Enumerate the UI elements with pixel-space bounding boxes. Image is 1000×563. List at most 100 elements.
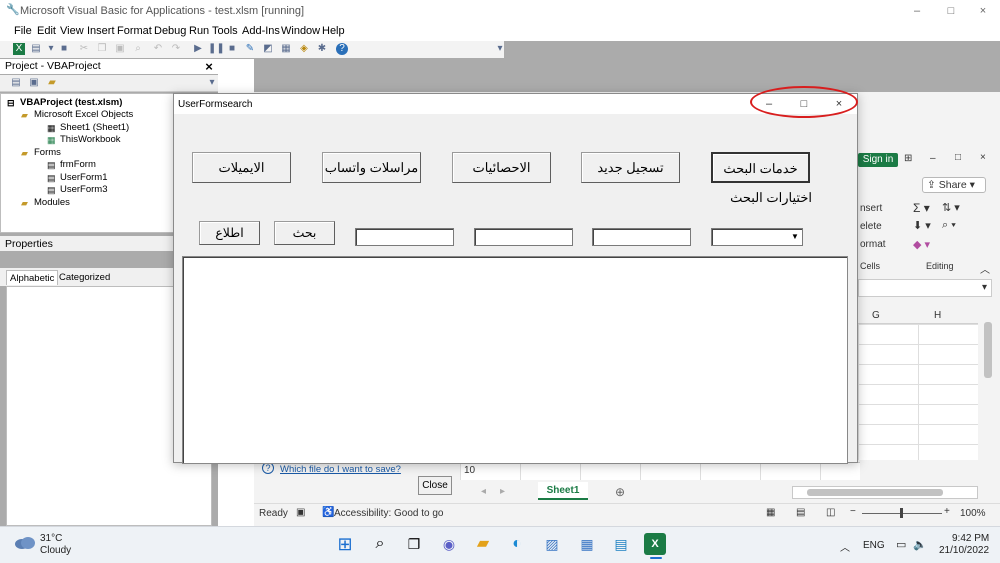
weather-temperature[interactable]: 31°C [40,533,62,544]
pane-scroll-arrow-icon[interactable]: ▾ [206,77,218,89]
toolbar-overflow-icon[interactable]: ▾ [494,43,506,55]
view-code-icon[interactable]: ▤ [10,77,22,89]
clock-date[interactable]: 21/10/2022 [939,545,989,556]
ribbon-delete-label[interactable]: elete [860,221,882,232]
view-object-icon[interactable]: ▣ [28,77,40,89]
row-number[interactable]: 10 [464,465,475,476]
zoom-level[interactable]: 100% [960,508,986,519]
autosum-icon[interactable]: Σ ▾ [913,201,930,215]
results-listbox[interactable] [182,256,848,464]
show-hidden-icons-icon[interactable]: ︿ [840,539,850,554]
dropdown-arrow-icon[interactable]: ▾ [45,43,57,55]
object-browser-icon[interactable]: ◈ [298,43,310,55]
save-icon[interactable]: ■ [58,43,70,55]
search-textbox-2[interactable] [474,228,573,246]
add-sheet-icon[interactable]: ⊕ [615,485,625,499]
fill-icon[interactable]: ⬇ ▾ [913,219,931,232]
clock-time[interactable]: 9:42 PM [952,533,989,544]
tree-item-userform3[interactable]: ▤ UserForm3 [47,184,108,195]
tree-item-vbaproject[interactable]: ⊟ VBAProject (test.xlsm) [7,97,122,108]
reset-icon[interactable]: ■ [226,43,238,55]
tree-item-excel-objects[interactable]: ▰ Microsoft Excel Objects [21,109,133,120]
column-header-g[interactable]: G [872,310,880,321]
language-indicator[interactable]: ENG [863,540,885,551]
find-select-icon[interactable]: ⌕ ▾ [942,219,956,232]
vertical-scrollbar[interactable] [981,308,994,480]
menu-add-ins[interactable]: Add-Ins [242,25,280,37]
toggle-folders-icon[interactable]: ▰ [46,77,58,89]
file-explorer-icon[interactable]: ▰ [472,533,494,555]
break-icon[interactable]: ❚❚ [208,43,225,55]
zoom-slider-thumb[interactable] [900,508,903,518]
tree-item-thisworkbook[interactable]: ▦ ThisWorkbook [47,134,121,145]
tree-item-modules[interactable]: ▰ Modules [21,197,70,208]
help-link[interactable]: Which file do I want to save? [280,464,401,475]
vertical-scroll-thumb[interactable] [984,322,992,378]
close-button[interactable]: × [968,3,998,19]
excel-sign-in-button[interactable]: Sign in [858,153,898,167]
sheet-tab-sheet1[interactable]: Sheet1 [538,482,588,500]
search-icon[interactable]: ⌕ [369,533,391,555]
formula-bar-expand-icon[interactable]: ▾ [982,282,987,293]
horizontal-scroll-thumb[interactable] [807,489,943,496]
view-button[interactable]: اطلاع [199,221,260,245]
page-break-icon[interactable]: ◫ [826,507,835,518]
insert-userform-icon[interactable]: ▤ [30,43,42,55]
copy-icon[interactable]: ❐ [96,43,108,55]
undo-icon[interactable]: ↶ [152,43,164,55]
statistics-button[interactable]: الاحصائيات [452,152,551,183]
task-view-icon[interactable]: ❐ [403,533,425,555]
weather-condition[interactable]: Cloudy [40,545,71,556]
excel-minimize-icon[interactable]: – [930,153,936,164]
excel-close-icon[interactable]: × [980,152,986,163]
excel-taskbar-icon[interactable]: X [644,533,666,555]
notepad-icon[interactable]: ▤ [610,533,632,555]
menu-format[interactable]: Format [117,25,152,37]
photos-icon[interactable]: ▨ [541,533,563,555]
search-services-button[interactable]: خدمات البحث [711,152,810,183]
menu-insert[interactable]: Insert [87,25,115,37]
find-icon[interactable]: ⌕ [132,43,144,55]
ribbon-insert-label[interactable]: nsert [860,203,882,214]
emails-button[interactable]: الايميلات [192,152,291,183]
tree-item-userform1[interactable]: ▤ UserForm1 [47,172,108,183]
start-icon[interactable]: ⊞ [334,533,356,555]
tab-alphabetic[interactable]: Alphabetic [6,270,59,285]
search-button[interactable]: بحث [274,221,335,245]
horizontal-scrollbar[interactable] [792,486,978,499]
sheet-scroll-right-icon[interactable]: ▸ [500,486,505,497]
properties-window-icon[interactable]: ▦ [280,43,292,55]
menu-view[interactable]: View [60,25,84,37]
search-textbox-3[interactable] [592,228,691,246]
search-combobox[interactable]: ▼ [711,228,803,246]
collapse-ribbon-icon[interactable]: ︿ [980,261,990,276]
zoom-out-icon[interactable]: − [850,506,856,517]
menu-run[interactable]: Run [189,25,209,37]
run-icon[interactable]: ▶ [192,43,204,55]
tree-item-frmform[interactable]: ▤ frmForm [47,159,96,170]
combobox-dropdown-icon[interactable]: ▼ [788,229,802,245]
network-icon[interactable]: ▭ [896,538,906,551]
minimize-button[interactable]: – [902,3,932,19]
project-explorer-icon[interactable]: ◩ [262,43,274,55]
edge-icon[interactable]: ◐ [506,533,528,555]
paste-icon[interactable]: ▣ [114,43,126,55]
menu-window[interactable]: Window [281,25,320,37]
excel-maximize-icon[interactable]: □ [955,152,961,163]
accessibility-icon[interactable]: ♿ [322,507,334,518]
toolbox-icon[interactable]: ✱ [316,43,328,55]
formula-bar[interactable] [858,279,992,297]
page-layout-icon[interactable]: ▤ [796,507,805,518]
menu-file[interactable]: File [14,25,32,37]
macro-record-icon[interactable]: ▣ [296,507,305,518]
ribbon-format-label[interactable]: ormat [860,239,886,250]
excel-view-icon[interactable]: X [13,43,25,55]
zoom-in-icon[interactable]: + [944,506,950,517]
sort-filter-icon[interactable]: ⇅ ▾ [942,201,960,214]
maximize-button[interactable]: □ [936,3,966,19]
cut-icon[interactable]: ✂ [78,43,90,55]
menu-debug[interactable]: Debug [154,25,186,37]
sheet-scroll-left-icon[interactable]: ◂ [481,486,486,497]
status-accessibility[interactable]: Accessibility: Good to go [334,508,444,519]
menu-help[interactable]: Help [322,25,345,37]
